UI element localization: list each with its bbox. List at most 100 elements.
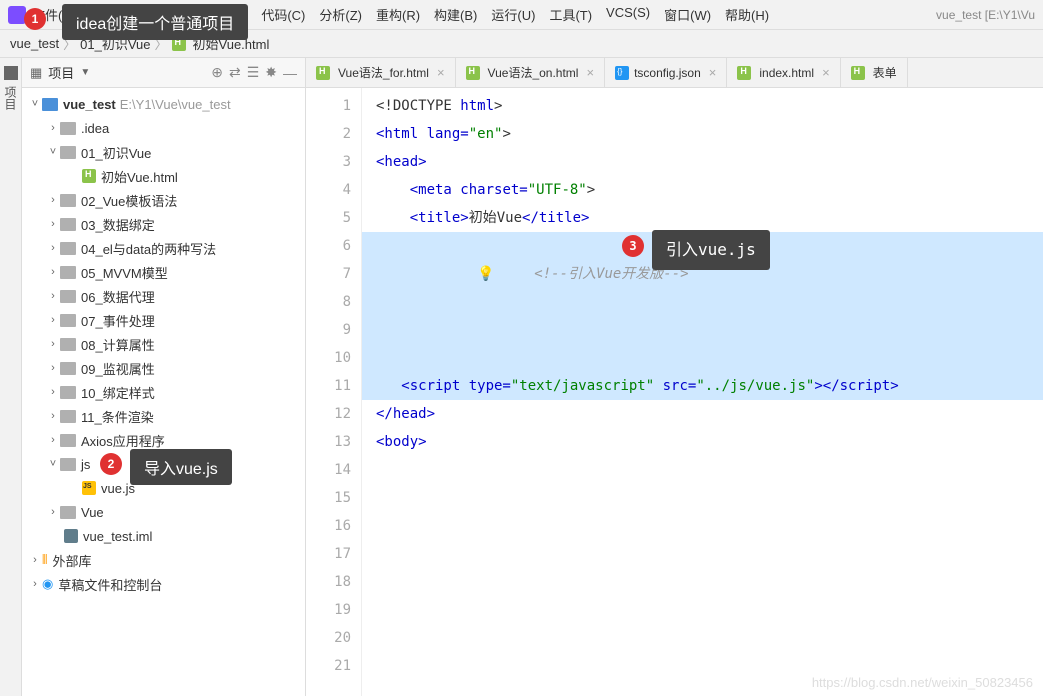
editor-tab[interactable]: Vue语法_on.html× (456, 58, 606, 87)
tree-item-06[interactable]: ›06_数据代理 (22, 284, 305, 308)
settings-icon[interactable]: ✸ (265, 64, 277, 81)
tree-item-iml[interactable]: vue_test.iml (22, 524, 305, 548)
html-file-icon (737, 66, 751, 80)
close-icon[interactable]: × (586, 65, 594, 80)
chevron-right-icon[interactable]: › (46, 218, 60, 230)
line-number: 9 (306, 316, 351, 344)
tree-item-03[interactable]: › 03_数据绑定 (22, 212, 305, 236)
chevron-right-icon[interactable]: › (46, 314, 60, 326)
tree-item-scratch[interactable]: ›◉草稿文件和控制台 (22, 572, 305, 596)
folder-icon (60, 146, 76, 159)
chevron-right-icon[interactable]: › (46, 506, 60, 518)
chevron-right-icon[interactable]: › (28, 554, 42, 566)
tree-label: 07_事件处理 (81, 311, 155, 330)
tree-item-idea[interactable]: ›.idea (22, 116, 305, 140)
menu-run[interactable]: 运行(U) (491, 5, 535, 24)
tree-item-08[interactable]: ›08_计算属性 (22, 332, 305, 356)
project-tree[interactable]: ˅ vue_test E:\Y1\Vue\vue_test ›.idea ˅01… (22, 88, 305, 600)
chevron-right-icon[interactable]: › (46, 386, 60, 398)
window-title: vue_test [E:\Y1\Vu (936, 8, 1035, 22)
tree-label: 03_数据绑定 (81, 215, 155, 234)
chevron-right-icon[interactable]: › (46, 362, 60, 374)
line-number: 6 (306, 232, 351, 260)
tree-label: 10_绑定样式 (81, 383, 155, 402)
annotation-badge-3: 3 (622, 235, 644, 257)
chevron-down-icon[interactable]: ˅ (46, 146, 60, 158)
editor-tab[interactable]: index.html× (727, 58, 840, 87)
chevron-right-icon[interactable]: › (46, 194, 60, 206)
dropdown-icon[interactable]: ▼ (80, 67, 90, 78)
folder-icon (60, 266, 76, 279)
menu-code[interactable]: 代码(C) (261, 5, 305, 24)
line-number: 4 (306, 176, 351, 204)
iml-file-icon (64, 529, 78, 543)
tab-label: tsconfig.json (634, 66, 701, 80)
chevron-right-icon[interactable]: › (46, 266, 60, 278)
chevron-down-icon[interactable]: ˅ (46, 458, 60, 470)
tree-item-file[interactable]: 初始Vue.html (22, 164, 305, 188)
json-file-icon (615, 66, 629, 80)
tree-item-vue[interactable]: ›Vue (22, 500, 305, 524)
chevron-right-icon[interactable]: › (46, 338, 60, 350)
folder-icon (60, 194, 76, 207)
line-number: 17 (306, 540, 351, 568)
menu-tools[interactable]: 工具(T) (549, 5, 592, 24)
tree-label: 04_el与data的两种写法 (81, 239, 216, 258)
tree-item-05[interactable]: ›05_MVVM模型 (22, 260, 305, 284)
menu-refactor[interactable]: 重构(R) (376, 5, 420, 24)
project-label[interactable]: 项目 (48, 63, 74, 82)
gutter: 1 2 3 4 5 6 7 8 9 10 11 12 13 14 15 16 1 (306, 88, 362, 696)
expand-icon[interactable]: ⇄ (229, 64, 241, 81)
tree-item-11[interactable]: ›11_条件渲染 (22, 404, 305, 428)
line-number: 21 (306, 652, 351, 680)
folder-icon (60, 290, 76, 303)
tree-item-07[interactable]: › 07_事件处理 (22, 308, 305, 332)
menu-build[interactable]: 构建(B) (434, 5, 477, 24)
chevron-right-icon[interactable]: › (46, 410, 60, 422)
code-content[interactable]: <!DOCTYPE html> <html lang="en"> <head> … (362, 88, 1043, 696)
chevron-right-icon[interactable]: › (46, 290, 60, 302)
collapse-icon[interactable]: ☰ (247, 64, 260, 81)
tree-item-04[interactable]: › 04_el与data的两种写法 (22, 236, 305, 260)
chevron-right-icon[interactable]: › (28, 578, 42, 590)
close-icon[interactable]: × (822, 65, 830, 80)
folder-icon: ▦ (30, 65, 42, 81)
line-number: 13 (306, 428, 351, 456)
editor-tab[interactable]: tsconfig.json × (605, 58, 727, 87)
chevron-down-icon[interactable]: ˅ (28, 98, 42, 110)
tree-item-10[interactable]: › 10_绑定样式 (22, 380, 305, 404)
tree-label: vue_test (63, 97, 116, 112)
chevron-right-icon[interactable]: › (46, 242, 60, 254)
menu-vcs[interactable]: VCS(S) (606, 5, 650, 24)
tree-label: 初始Vue.html (101, 167, 178, 186)
tree-item-js[interactable]: ˅js 2 导入vue.js (22, 452, 305, 476)
tree-item-01[interactable]: ˅01_初识Vue (22, 140, 305, 164)
line-number: 14 (306, 456, 351, 484)
close-icon[interactable]: × (709, 65, 717, 80)
menu-window[interactable]: 窗口(W) (664, 5, 711, 24)
close-icon[interactable]: × (437, 65, 445, 80)
menu-help[interactable]: 帮助(H) (725, 5, 769, 24)
folder-icon (60, 458, 76, 471)
editor-body[interactable]: 1 2 3 4 5 6 7 8 9 10 11 12 13 14 15 16 1 (306, 88, 1043, 696)
chevron-right-icon[interactable]: › (46, 434, 60, 446)
bulb-icon[interactable]: 💡 (477, 266, 494, 282)
tree-item-libs[interactable]: ›⫴外部库 (22, 548, 305, 572)
line-number: 1 (306, 92, 351, 120)
side-tool-window-bar[interactable]: 项目 (0, 58, 22, 696)
tree-item-09[interactable]: ›09_监视属性 (22, 356, 305, 380)
editor-tab[interactable]: 表单 (841, 58, 908, 87)
line-number: 12 (306, 400, 351, 428)
editor-tab[interactable]: Vue语法_for.html× (306, 58, 456, 87)
line-number: 5 (306, 204, 351, 232)
line-number: 2 (306, 120, 351, 148)
chevron-right-icon[interactable]: › (46, 122, 60, 134)
tree-root[interactable]: ˅ vue_test E:\Y1\Vue\vue_test (22, 92, 305, 116)
project-tool-icon (4, 66, 18, 80)
menu-analyze[interactable]: 分析(Z) (319, 5, 362, 24)
hide-icon[interactable]: — (283, 65, 297, 81)
tree-item-02[interactable]: ›02_Vue模板语法 (22, 188, 305, 212)
locate-icon[interactable]: ⊕ (211, 64, 223, 81)
folder-icon (60, 314, 76, 327)
crumb-project[interactable]: vue_test (10, 36, 59, 51)
